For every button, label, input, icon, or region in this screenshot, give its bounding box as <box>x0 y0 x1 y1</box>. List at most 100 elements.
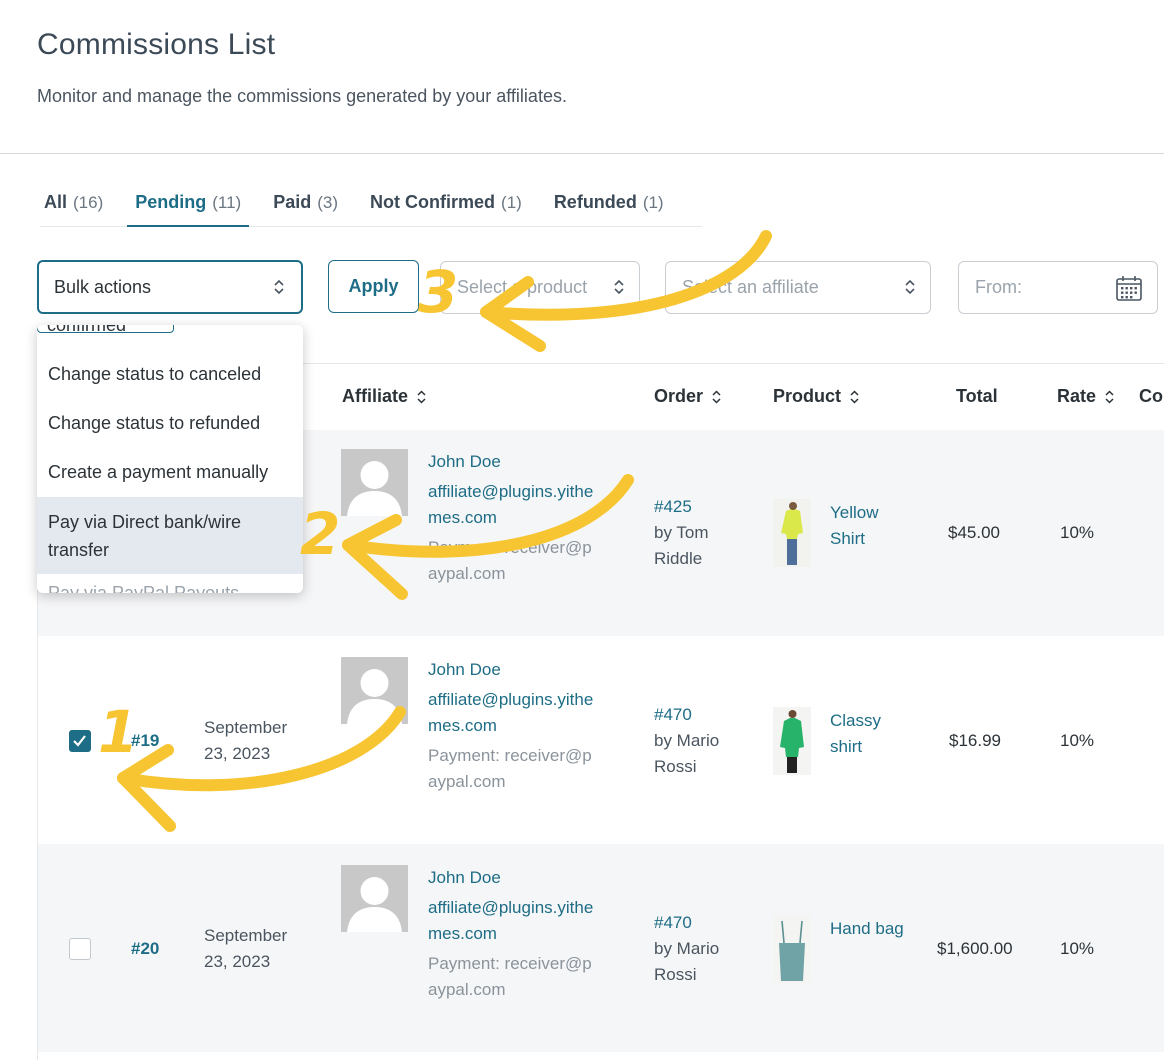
affiliate-name-link[interactable]: John Doe <box>428 868 501 888</box>
calendar-icon[interactable] <box>1115 274 1143 302</box>
bulk-actions-label: Bulk actions <box>54 276 152 297</box>
tab-label: Not Confirmed <box>370 192 496 212</box>
affiliate-payment: Payment: receiver@paypal.com <box>428 746 592 791</box>
apply-button[interactable]: Apply <box>328 260 419 313</box>
hand-bag-image <box>773 915 811 983</box>
tab-label: Pending <box>135 192 207 212</box>
tab-label: Paid <box>273 192 312 212</box>
tab-count: (1) <box>642 193 664 212</box>
commission-rate: 10% <box>1060 731 1095 750</box>
affiliate-filter-select[interactable]: Select an affiliate <box>665 261 931 314</box>
tab-label: All <box>44 192 68 212</box>
product-link[interactable]: Classy shirt <box>830 708 910 760</box>
affiliate-payment: Payment: receiver@paypal.com <box>428 538 592 583</box>
bulk-actions-select[interactable]: Bulk actions <box>37 260 303 314</box>
tab-paid[interactable]: Paid (3) <box>273 192 338 226</box>
bulk-actions-menu: confirmed Change status to canceled Chan… <box>37 325 303 593</box>
order-customer: by Tom Riddle <box>654 523 709 568</box>
chevron-updown-icon <box>614 279 624 295</box>
sort-icon <box>850 389 859 404</box>
affiliate-avatar <box>341 449 408 516</box>
page-subtitle: Monitor and manage the commissions gener… <box>37 86 567 106</box>
column-header-label: Total <box>956 386 998 406</box>
commission-date: September 23, 2023 <box>204 926 288 971</box>
yellow-shirt-image <box>773 499 811 567</box>
sort-icon <box>1105 389 1114 404</box>
product-link[interactable]: Yellow Shirt <box>830 500 910 552</box>
product-filter-select[interactable]: Select a product <box>440 261 640 314</box>
step-number-3: 3 <box>418 258 459 326</box>
chevron-updown-icon <box>274 279 284 295</box>
order-link[interactable]: #470 <box>654 705 692 725</box>
tab-count: (16) <box>73 193 104 212</box>
from-date-input[interactable]: From: <box>958 261 1158 314</box>
menu-option-create-payment[interactable]: Create a payment manually <box>37 458 303 486</box>
affiliate-name-link[interactable]: John Doe <box>428 660 501 680</box>
tab-not-confirmed[interactable]: Not Confirmed (1) <box>370 192 522 226</box>
commission-total: $45.00 <box>948 523 1000 542</box>
product-filter-placeholder: Select a product <box>457 277 588 297</box>
menu-option-status-refunded[interactable]: Change status to refunded <box>37 409 303 437</box>
menu-option-partial[interactable]: Pay via PayPal Payouts <box>48 583 239 593</box>
product-thumbnail <box>773 707 811 775</box>
sort-icon <box>417 389 426 404</box>
product-thumbnail <box>773 499 811 567</box>
user-silhouette-icon <box>341 865 408 932</box>
column-header-label: Co <box>1139 386 1163 406</box>
affiliate-email-link[interactable]: affiliate@plugins.yithemes.com <box>428 895 603 947</box>
commission-rate: 10% <box>1060 523 1095 542</box>
column-header-label: Affiliate <box>342 386 409 406</box>
tab-refunded[interactable]: Refunded (1) <box>554 192 664 226</box>
table-header-divider <box>303 363 1164 364</box>
tab-count: (11) <box>212 193 242 212</box>
order-customer: by Mario Rossi <box>654 731 720 776</box>
user-silhouette-icon <box>341 657 408 724</box>
tab-pending[interactable]: Pending (11) <box>127 192 250 227</box>
column-header-total: Total <box>956 386 998 407</box>
affiliate-avatar <box>341 657 408 724</box>
column-header-order[interactable]: Order <box>654 386 722 407</box>
tab-label: Refunded <box>553 192 637 212</box>
menu-option-partial[interactable]: confirmed <box>47 325 126 336</box>
step-number-2: 2 <box>300 500 341 568</box>
page-title: Commissions List <box>37 28 276 61</box>
step-number-1: 1 <box>98 698 139 766</box>
affiliate-avatar <box>341 865 408 932</box>
affiliate-payment: Payment: receiver@paypal.com <box>428 954 592 999</box>
menu-option-pay-bank-transfer[interactable]: Pay via Direct bank/wire transfer <box>37 497 303 574</box>
from-date-placeholder: From: <box>975 277 1022 297</box>
menu-option-status-canceled[interactable]: Change status to canceled <box>37 360 303 388</box>
row-checkbox[interactable] <box>69 938 91 960</box>
column-header-label: Order <box>654 386 704 406</box>
order-link[interactable]: #425 <box>654 497 692 517</box>
status-tabs: All (16) Pending (11) Paid (3) Not Confirme… <box>44 192 696 227</box>
commission-date: September 23, 2023 <box>204 718 288 763</box>
affiliate-email-link[interactable]: affiliate@plugins.yithemes.com <box>428 687 603 739</box>
affiliate-email-link[interactable]: affiliate@plugins.yithemes.com <box>428 479 603 531</box>
product-link[interactable]: Hand bag <box>830 916 910 942</box>
commission-id-link[interactable]: #20 <box>131 939 159 959</box>
affiliate-filter-placeholder: Select an affiliate <box>682 277 819 297</box>
commission-rate: 10% <box>1060 939 1095 958</box>
header-divider <box>0 153 1164 154</box>
sort-icon <box>712 389 721 404</box>
user-silhouette-icon <box>341 449 408 516</box>
checkmark-icon <box>73 735 86 747</box>
commission-total: $16.99 <box>949 731 1001 750</box>
column-header-commission[interactable]: Co <box>1139 386 1163 407</box>
chevron-updown-icon <box>905 279 915 295</box>
order-link[interactable]: #470 <box>654 913 692 933</box>
tab-all[interactable]: All (16) <box>44 192 103 226</box>
column-header-label: Product <box>773 386 842 406</box>
column-header-label: Rate <box>1057 386 1097 406</box>
tab-count: (1) <box>501 193 522 212</box>
column-header-affiliate[interactable]: Affiliate <box>342 386 427 407</box>
affiliate-name-link[interactable]: John Doe <box>428 452 501 472</box>
commission-total: $1,600.00 <box>937 939 1013 958</box>
column-header-product[interactable]: Product <box>773 386 860 407</box>
column-header-rate[interactable]: Rate <box>1057 386 1115 407</box>
product-thumbnail <box>773 915 811 983</box>
order-customer: by Mario Rossi <box>654 939 720 984</box>
row-checkbox[interactable] <box>69 730 91 752</box>
green-shirt-image <box>773 707 811 775</box>
